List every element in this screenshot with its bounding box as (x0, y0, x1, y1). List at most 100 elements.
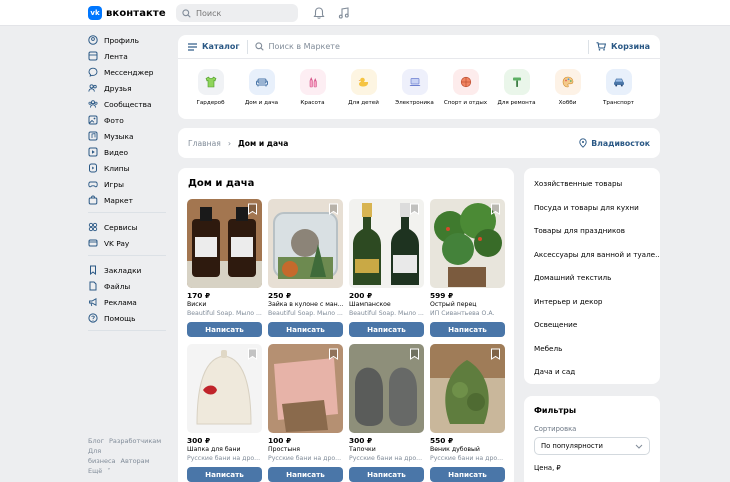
product-card[interactable]: 599 ₽ Острый перец ИП Сивантьева О.А. На… (430, 199, 505, 337)
product-name[interactable]: Шампанское (349, 300, 424, 309)
nav-help[interactable]: Помощь (88, 310, 170, 326)
bookmark-icon[interactable] (490, 348, 501, 360)
global-search-input[interactable] (196, 8, 286, 18)
write-seller-button[interactable]: Написать (187, 467, 262, 482)
nav-video[interactable]: Видео (88, 144, 170, 160)
subcategory-item[interactable]: Интерьер и декор (524, 290, 660, 314)
category-kids[interactable]: Для детей (338, 69, 389, 106)
nav-ads[interactable]: Реклама (88, 294, 170, 310)
write-seller-button[interactable]: Написать (268, 467, 343, 482)
product-image[interactable] (430, 344, 505, 433)
nav-communities[interactable]: Сообщества (88, 96, 170, 112)
nav-market[interactable]: Маркет (88, 192, 170, 208)
product-name[interactable]: Зайка в кулоне с ман... (268, 300, 343, 309)
music-note-icon[interactable] (337, 6, 351, 20)
product-seller[interactable]: Русские бани на дро... (187, 454, 262, 463)
footer-link-blog[interactable]: Блог (88, 437, 104, 445)
footer-link-business[interactable]: Для бизнеса (88, 447, 116, 465)
nav-games[interactable]: Игры (88, 176, 170, 192)
product-image[interactable] (268, 344, 343, 433)
city-selector[interactable]: Владивосток (579, 138, 650, 148)
product-card[interactable]: 100 ₽ Простыня Русские бани на дро... На… (268, 344, 343, 482)
category-beauty[interactable]: Красота (287, 69, 338, 106)
product-name[interactable]: Тапочки (349, 445, 424, 454)
subcategory-item[interactable]: Хозяйственные товары (524, 172, 660, 196)
global-search[interactable] (176, 4, 298, 22)
write-seller-button[interactable]: Написать (268, 322, 343, 337)
product-name[interactable]: Шапка для бани (187, 445, 262, 454)
write-seller-button[interactable]: Написать (430, 467, 505, 482)
product-card[interactable]: 250 ₽ Зайка в кулоне с ман... Beautiful … (268, 199, 343, 337)
subcategory-item[interactable]: Освещение (524, 313, 660, 337)
subcategory-item[interactable]: Товары для праздников (524, 219, 660, 243)
product-card[interactable]: 170 ₽ Виски Beautiful Soap. Мыло ... Нап… (187, 199, 262, 337)
nav-photos[interactable]: Фото (88, 112, 170, 128)
chevron-down-icon[interactable]: ˅ (107, 467, 110, 475)
subcategory-item[interactable]: Дача и сад (524, 360, 660, 384)
nav-friends[interactable]: Друзья (88, 80, 170, 96)
product-name[interactable]: Острый перец (430, 300, 505, 309)
subcategory-item[interactable]: Посуда и товары для кухни (524, 196, 660, 220)
nav-clips[interactable]: Клипы (88, 160, 170, 176)
category-transport[interactable]: Транспорт (593, 69, 644, 106)
product-seller[interactable]: Русские бани на дро... (430, 454, 505, 463)
category-repair[interactable]: Для ремонта (491, 69, 542, 106)
product-card[interactable]: 300 ₽ Шапка для бани Русские бани на дро… (187, 344, 262, 482)
nav-feed[interactable]: Лента (88, 48, 170, 64)
category-electronics[interactable]: Электроника (389, 69, 440, 106)
catalog-button[interactable]: Каталог (188, 42, 240, 51)
write-seller-button[interactable]: Написать (430, 322, 505, 337)
bookmark-icon[interactable] (328, 203, 339, 215)
footer-link-authors[interactable]: Авторам (121, 457, 150, 465)
product-seller[interactable]: Beautiful Soap. Мыло ... (187, 309, 262, 318)
nav-services[interactable]: Сервисы (88, 219, 170, 235)
nav-profile[interactable]: Профиль (88, 32, 170, 48)
bookmark-icon[interactable] (409, 203, 420, 215)
category-sport[interactable]: Спорт и отдых (440, 69, 491, 106)
market-search[interactable]: Поиск в Маркете (254, 42, 582, 51)
product-image[interactable] (187, 344, 262, 433)
product-image[interactable] (430, 199, 505, 288)
product-seller[interactable]: Русские бани на дро... (268, 454, 343, 463)
footer-link-developers[interactable]: Разработчикам (109, 437, 161, 445)
product-name[interactable]: Виски (187, 300, 262, 309)
write-seller-button[interactable]: Написать (349, 322, 424, 337)
nav-music[interactable]: Музыка (88, 128, 170, 144)
bell-icon[interactable] (312, 6, 326, 20)
subcategory-item[interactable]: Домашний текстиль (524, 266, 660, 290)
subcategory-item[interactable]: Аксессуары для ванной и туале... (524, 243, 660, 267)
nav-files[interactable]: Файлы (88, 278, 170, 294)
bookmark-icon[interactable] (409, 348, 420, 360)
product-card[interactable]: 200 ₽ Шампанское Beautiful Soap. Мыло ..… (349, 199, 424, 337)
subcategory-item[interactable]: Мебель (524, 337, 660, 361)
nav-messenger[interactable]: Мессенджер (88, 64, 170, 80)
sort-select[interactable]: По популярности (534, 437, 650, 455)
product-image[interactable] (349, 199, 424, 288)
breadcrumb-home[interactable]: Главная (188, 139, 221, 148)
nav-bookmarks[interactable]: Закладки (88, 262, 170, 278)
product-seller[interactable]: ИП Сивантьева О.А. (430, 309, 505, 318)
product-card[interactable]: 300 ₽ Тапочки Русские бани на дро... Нап… (349, 344, 424, 482)
product-image[interactable] (268, 199, 343, 288)
bookmark-icon[interactable] (490, 203, 501, 215)
bookmark-icon[interactable] (328, 348, 339, 360)
category-hobby[interactable]: Хобби (542, 69, 593, 106)
category-wardrobe[interactable]: Гардероб (185, 69, 236, 106)
category-home[interactable]: Дом и дача (236, 69, 287, 106)
write-seller-button[interactable]: Написать (349, 467, 424, 482)
bookmark-icon[interactable] (247, 203, 258, 215)
product-seller[interactable]: Русские бани на дро... (349, 454, 424, 463)
product-name[interactable]: Веник дубовый (430, 445, 505, 454)
product-name[interactable]: Простыня (268, 445, 343, 454)
product-card[interactable]: 550 ₽ Веник дубовый Русские бани на дро.… (430, 344, 505, 482)
vk-logo[interactable]: vk вконтакте (88, 6, 166, 20)
write-seller-button[interactable]: Написать (187, 322, 262, 337)
product-image[interactable] (349, 344, 424, 433)
nav-vkpay[interactable]: VK Pay (88, 235, 170, 251)
cart-button[interactable]: Корзина (596, 42, 650, 51)
product-seller[interactable]: Beautiful Soap. Мыло ... (268, 309, 343, 318)
footer-link-more[interactable]: Ещё (88, 467, 102, 475)
market-search-placeholder[interactable]: Поиск в Маркете (269, 42, 340, 51)
product-image[interactable] (187, 199, 262, 288)
product-seller[interactable]: Beautiful Soap. Мыло ... (349, 309, 424, 318)
